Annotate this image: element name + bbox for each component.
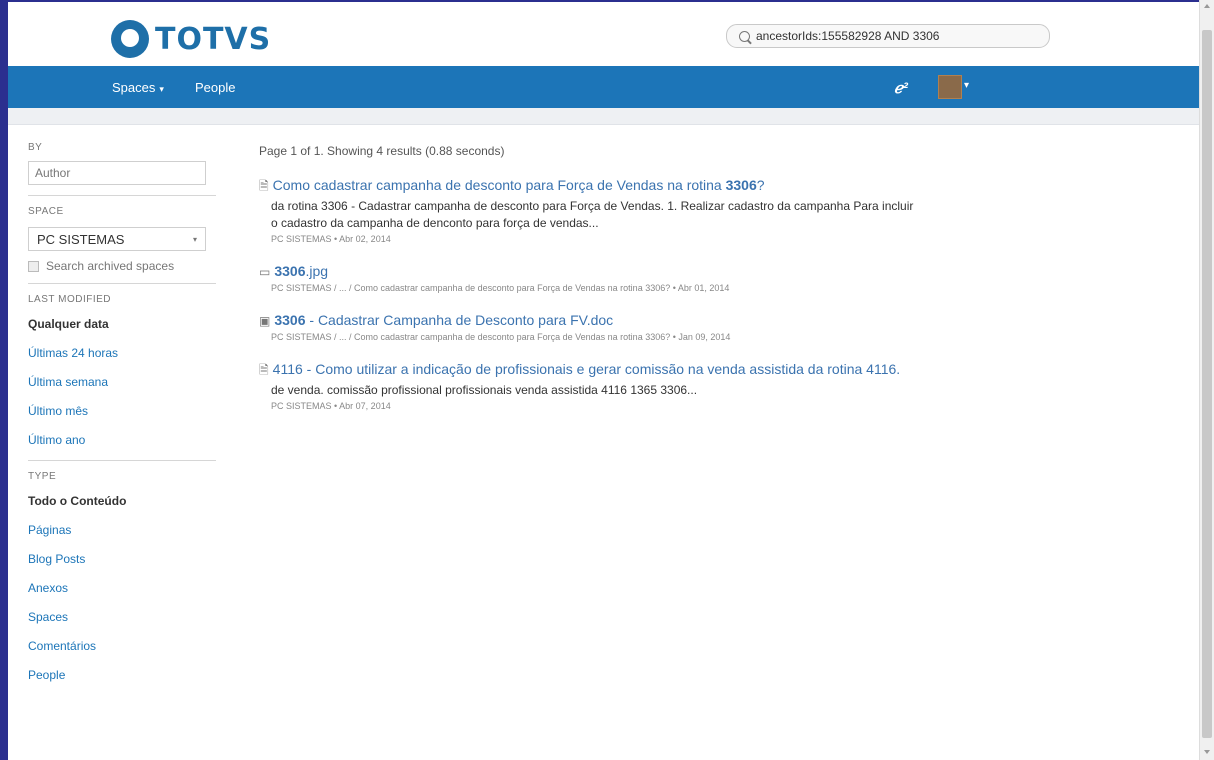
nav-people[interactable]: People xyxy=(195,80,235,95)
filter-spaces[interactable]: Spaces xyxy=(28,610,216,627)
search-results: Page 1 of 1. Showing 4 results (0.88 sec… xyxy=(259,144,919,411)
nav-spaces-label: Spaces xyxy=(112,80,156,95)
result-title-link[interactable]: ▣ 3306 - Cadastrar Campanha de Desconto … xyxy=(259,311,919,330)
filter-pages[interactable]: Páginas xyxy=(28,523,216,540)
sub-header-band xyxy=(8,108,1200,125)
last-modified-heading: LAST MODIFIED xyxy=(28,294,111,305)
filter-any-date[interactable]: Qualquer data xyxy=(28,317,216,334)
by-heading: BY xyxy=(28,142,43,153)
image-icon: ▭ xyxy=(259,265,271,279)
result-meta: PC SISTEMAS / ... / Como cadastrar campa… xyxy=(271,332,731,342)
result-title-link[interactable]: 🗎 4116 - Como utilizar a indicação de pr… xyxy=(259,360,919,379)
result-meta: PC SISTEMAS • Abr 02, 2014 xyxy=(271,234,391,244)
archived-spaces-checkbox[interactable] xyxy=(28,260,39,272)
filter-last-month[interactable]: Último mês xyxy=(28,404,216,421)
page-icon: 🗎 xyxy=(259,363,269,377)
divider xyxy=(28,460,216,461)
space-heading: SPACE xyxy=(28,206,64,217)
totvs-logo[interactable]: TOTVS xyxy=(111,20,271,58)
scroll-up-icon[interactable] xyxy=(1204,4,1210,8)
author-field[interactable]: Author xyxy=(28,161,206,185)
chevron-down-icon: ▾ xyxy=(159,84,164,94)
result-meta: PC SISTEMAS / ... / Como cadastrar campa… xyxy=(271,283,730,293)
space-select[interactable]: PC SISTEMAS ▾ xyxy=(28,227,206,251)
archived-spaces-option[interactable]: Search archived spaces xyxy=(28,259,216,273)
result-item: 🗎 4116 - Como utilizar a indicação de pr… xyxy=(259,360,919,411)
header: TOTVS ancestorIds:155582928 AND 3306 xyxy=(8,2,1200,66)
result-title-suffix: .jpg xyxy=(305,263,329,279)
result-title-text: Como cadastrar campanha de desconto para… xyxy=(272,177,726,193)
result-title-suffix: - Cadastrar Campanha de Desconto para FV… xyxy=(305,312,614,328)
result-title-suffix: ? xyxy=(756,177,765,193)
filter-last-week[interactable]: Última semana xyxy=(28,375,216,392)
divider xyxy=(28,195,216,196)
result-excerpt: da rotina 3306 - Cadastrar campanha de d… xyxy=(271,199,914,230)
search-box[interactable]: ancestorIds:155582928 AND 3306 xyxy=(726,24,1050,48)
result-excerpt: de venda. comissão profissional profissi… xyxy=(271,383,698,397)
word-doc-icon: ▣ xyxy=(259,314,271,328)
avatar[interactable] xyxy=(938,75,962,99)
filter-all-content[interactable]: Todo o Conteúdo xyxy=(28,494,216,511)
top-navbar: Spaces ▾ People ℯ² ▾ xyxy=(8,66,1200,108)
chevron-down-icon[interactable]: ▾ xyxy=(964,80,969,91)
help-icon[interactable]: ℯ² xyxy=(894,79,908,97)
result-title-link[interactable]: 🗎 Como cadastrar campanha de desconto pa… xyxy=(259,176,919,195)
result-meta: PC SISTEMAS • Abr 07, 2014 xyxy=(271,401,391,411)
type-heading: TYPE xyxy=(28,471,57,482)
result-title-highlight: 3306 xyxy=(274,263,306,279)
filter-attachments[interactable]: Anexos xyxy=(28,581,216,598)
result-title-highlight: 3306 xyxy=(725,177,757,193)
scrollbar-thumb[interactable] xyxy=(1202,30,1212,738)
page-icon: 🗎 xyxy=(259,179,269,193)
search-input[interactable]: ancestorIds:155582928 AND 3306 xyxy=(756,29,939,43)
results-summary: Page 1 of 1. Showing 4 results (0.88 sec… xyxy=(259,144,505,158)
filter-sidebar: BY Author SPACE PC SISTEMAS ▾ Search arc… xyxy=(28,132,216,685)
result-item: 🗎 Como cadastrar campanha de desconto pa… xyxy=(259,176,919,244)
nav-spaces[interactable]: Spaces ▾ xyxy=(112,80,164,95)
logo-text: TOTVS xyxy=(155,21,272,57)
filter-comments[interactable]: Comentários xyxy=(28,639,216,656)
archived-spaces-label: Search archived spaces xyxy=(46,259,175,273)
chevron-down-icon: ▾ xyxy=(192,234,197,244)
totvs-logo-icon xyxy=(111,20,149,58)
result-item: ▣ 3306 - Cadastrar Campanha de Desconto … xyxy=(259,311,919,342)
result-title-text: 4116 - Como utilizar a indicação de prof… xyxy=(272,361,901,377)
filter-last-year[interactable]: Último ano xyxy=(28,433,216,450)
filter-people[interactable]: People xyxy=(28,668,216,685)
result-item: ▭ 3306.jpg PC SISTEMAS / ... / Como cada… xyxy=(259,262,919,293)
filter-blog-posts[interactable]: Blog Posts xyxy=(28,552,216,569)
browser-viewport: TOTVS ancestorIds:155582928 AND 3306 Spa… xyxy=(8,2,1200,760)
divider xyxy=(28,283,216,284)
search-icon xyxy=(739,30,750,42)
space-select-value: PC SISTEMAS xyxy=(37,231,125,247)
filter-last-24-hours[interactable]: Últimas 24 horas xyxy=(28,346,216,363)
scroll-down-icon[interactable] xyxy=(1204,750,1210,754)
page-scrollbar[interactable] xyxy=(1199,0,1214,760)
result-title-link[interactable]: ▭ 3306.jpg xyxy=(259,262,919,281)
result-title-highlight: 3306 xyxy=(274,312,306,328)
